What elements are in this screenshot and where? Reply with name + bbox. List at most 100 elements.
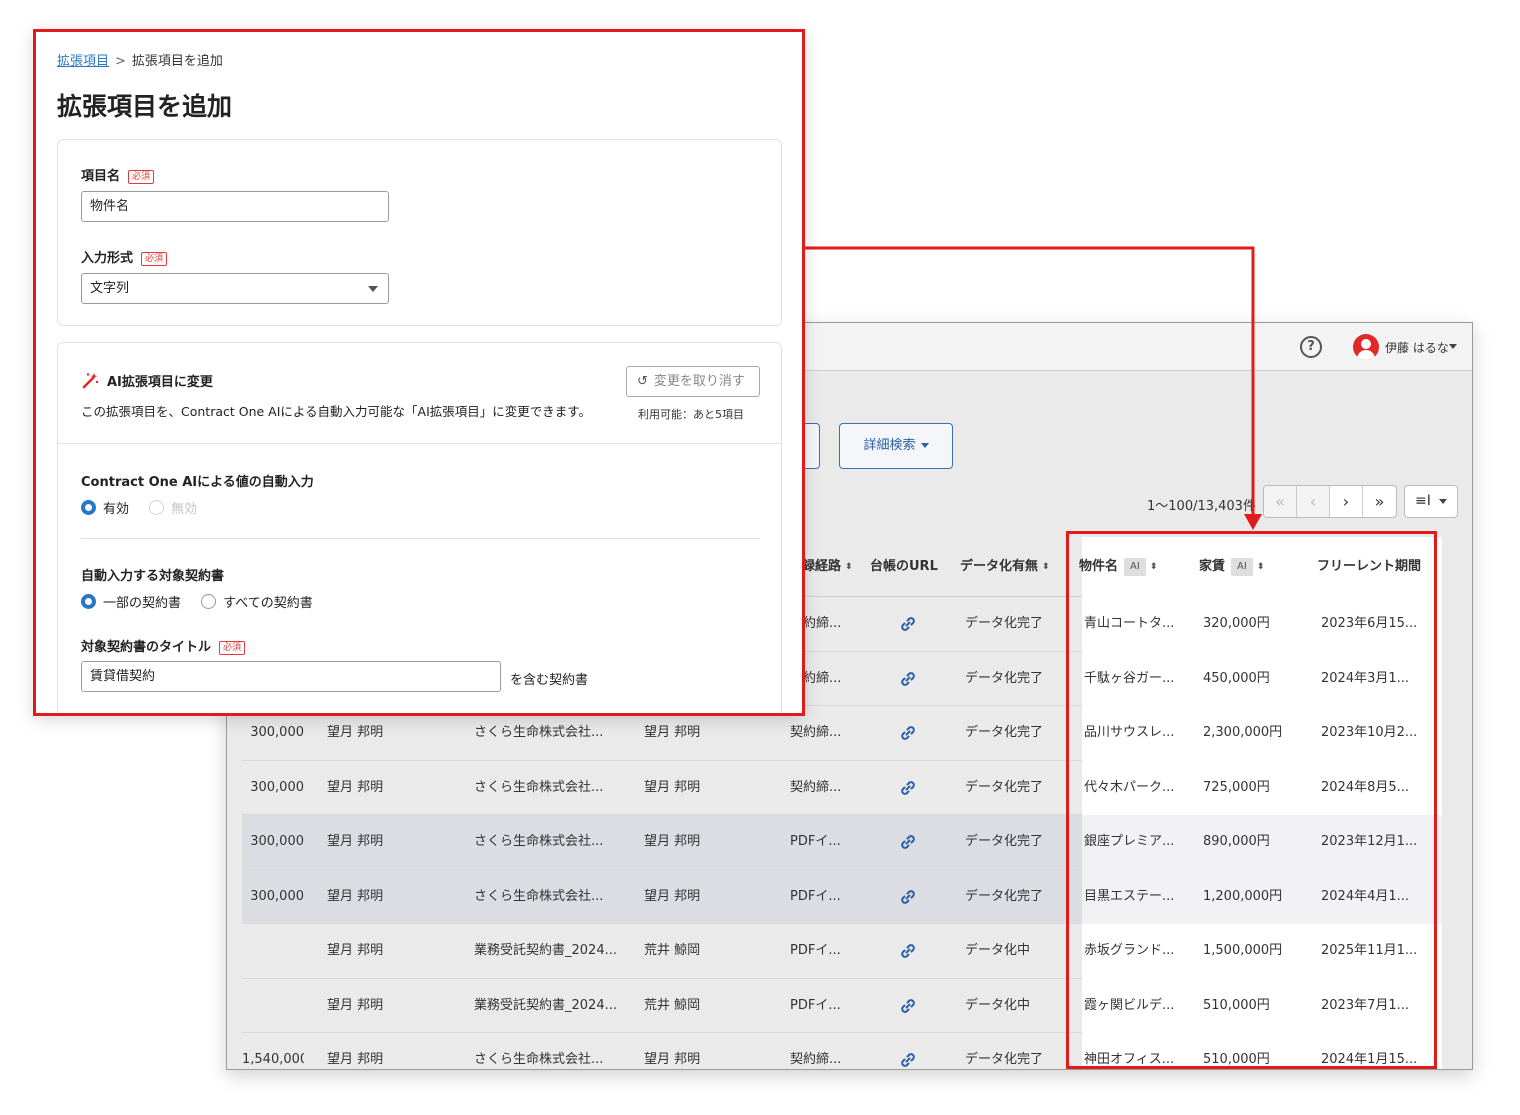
sort-icon[interactable]: ⬍ (1042, 562, 1050, 571)
column-settings-button[interactable]: ≡I (1404, 485, 1458, 518)
cell-rent: 320,000円 (1203, 616, 1270, 631)
user-avatar-icon[interactable] (1353, 334, 1379, 360)
cell-amount: 1,540,000 (242, 1052, 304, 1067)
cell-route: PDFイ... (790, 888, 841, 904)
divider (81, 538, 760, 539)
target-title-input[interactable]: 賃貸借契約 (81, 661, 501, 692)
ai-badge: AI (1231, 557, 1253, 576)
sort-icon[interactable]: ⬍ (845, 562, 853, 571)
table-row[interactable]: 1,540,000 望月 邦明 さくら生命株式会社... 望月 邦明 契約締... データ… (242, 1033, 1442, 1069)
cell-person: 望月 邦明 (327, 779, 384, 795)
cell-amount: 300,000 (250, 888, 304, 904)
radio-some-contracts-label[interactable]: 一部の契約書 (103, 596, 181, 611)
cell-route: 契約締... (790, 1052, 842, 1067)
cell-free-rent: 2024年1月15... (1321, 1052, 1418, 1067)
item-name-input[interactable]: 物件名 (81, 191, 389, 222)
divider (58, 443, 781, 444)
cell-person2: 望月 邦明 (644, 779, 701, 795)
pagination: « ‹ › » (1263, 485, 1397, 518)
auto-input-label: Contract One AIによる値の自動入力 (81, 475, 314, 490)
radio-enabled[interactable] (81, 500, 96, 515)
cell-company: 業務受託契約書_2024... (474, 943, 617, 958)
cell-person2: 荒井 鯨岡 (644, 943, 701, 958)
cell-data-status: データ化完了 (965, 670, 1044, 686)
ledger-link-icon[interactable] (899, 870, 923, 924)
available-count-text: 利用可能：あと5項目 (638, 408, 744, 421)
cell-rent: 725,000円 (1203, 779, 1270, 795)
cell-property-name: 千駄ヶ谷ガー... (1084, 670, 1175, 686)
first-page-button[interactable]: « (1264, 486, 1297, 517)
cell-free-rent: 2024年4月1... (1321, 888, 1410, 904)
ledger-link-icon[interactable] (899, 979, 923, 1033)
ledger-link-icon[interactable] (899, 1033, 923, 1069)
table-row[interactable]: 望月 邦明 業務受託契約書_2024... 荒井 鯨岡 PDFイ... データ化中 赤坂グ… (242, 924, 1442, 979)
sort-icon[interactable]: ⬍ (1150, 562, 1158, 571)
cell-route: PDFイ... (790, 943, 841, 958)
advanced-search-button[interactable]: 詳細検索 (839, 423, 953, 469)
breadcrumb-current: 拡張項目を追加 (131, 54, 223, 69)
cell-rent: 1,200,000円 (1203, 888, 1283, 904)
cell-company: さくら生命株式会社... (474, 888, 604, 904)
radio-all-contracts[interactable] (201, 594, 217, 609)
cell-data-status: データ化完了 (965, 888, 1044, 904)
cell-free-rent: 2024年3月1... (1321, 670, 1410, 686)
result-count: 1〜100/13,403件 (1147, 499, 1256, 514)
cell-amount (242, 979, 304, 1033)
required-badge: 必須 (141, 251, 168, 266)
radio-disabled[interactable] (149, 500, 165, 515)
ledger-link-icon[interactable] (899, 924, 923, 978)
last-page-button[interactable]: » (1363, 486, 1396, 517)
target-title-label: 対象契約書のタイトル 必須 (81, 636, 246, 655)
cell-property-name: 銀座プレミア... (1084, 834, 1175, 849)
undo-change-button[interactable]: ↺ 変更を取り消す (626, 366, 760, 397)
table-row[interactable]: 300,000 望月 邦明 さくら生命株式会社... 望月 邦明 PDFイ... データ化… (242, 869, 1442, 924)
radio-all-contracts-label[interactable]: すべての契約書 (223, 596, 313, 611)
radio-enabled-label[interactable]: 有効 (103, 502, 129, 517)
cell-free-rent: 2023年12月1... (1321, 834, 1418, 849)
cell-route: 契約締... (790, 779, 842, 795)
ledger-link-icon[interactable] (899, 597, 923, 651)
col-route[interactable]: 録経路 ⬍ (802, 537, 853, 597)
next-page-button[interactable]: › (1330, 486, 1363, 517)
cell-free-rent: 2024年8月5... (1321, 779, 1410, 795)
question-circle-icon[interactable]: ? (1300, 336, 1322, 358)
sort-icon[interactable]: ⬍ (1257, 562, 1265, 571)
ledger-link-icon[interactable] (899, 706, 923, 760)
cell-rent: 510,000円 (1203, 1052, 1270, 1067)
col-free-rent: フリーレント期間 (1317, 559, 1422, 574)
table-row[interactable]: 300,000 望月 邦明 さくら生命株式会社... 望月 邦明 PDFイ... データ化… (242, 815, 1442, 870)
radio-disabled-label[interactable]: 無効 (171, 502, 197, 517)
prev-page-button[interactable]: ‹ (1297, 486, 1330, 517)
add-extension-item-panel: 拡張項目 > 拡張項目を追加 拡張項目を追加 項目名 必須 物件名 入力形式 必須 文字… (33, 29, 805, 716)
user-menu-caret-icon[interactable] (1449, 344, 1457, 349)
cell-person: 望月 邦明 (327, 943, 384, 958)
cell-property-name: 品川サウスレ... (1084, 725, 1175, 740)
cell-company: さくら生命株式会社... (474, 834, 604, 849)
cell-rent: 510,000円 (1203, 997, 1270, 1013)
cell-data-status: データ化中 (965, 943, 1031, 958)
table-row[interactable]: 300,000 望月 邦明 さくら生命株式会社... 望月 邦明 契約締... データ化完… (242, 760, 1442, 815)
col-rent[interactable]: 家賃 AI ⬍ (1199, 537, 1264, 597)
list-icon: ≡I (1415, 493, 1431, 509)
breadcrumb-link-extension-items[interactable]: 拡張項目 (57, 54, 109, 69)
col-data-status[interactable]: データ化有無 ⬍ (960, 537, 1050, 597)
ledger-link-icon[interactable] (899, 815, 923, 869)
radio-some-contracts[interactable] (81, 594, 96, 609)
undo-icon: ↺ (637, 374, 648, 389)
target-contracts-radio-group: 一部の契約書 すべての契約書 (81, 592, 329, 611)
table-row[interactable]: 望月 邦明 業務受託契約書_2024... 荒井 鯨岡 PDFイ... データ化中 霞ヶ関… (242, 978, 1442, 1033)
chevron-down-icon (368, 286, 378, 292)
cell-data-status: データ化完了 (965, 1052, 1044, 1067)
cell-person: 望月 邦明 (327, 888, 384, 904)
input-type-select[interactable]: 文字列 (81, 273, 389, 304)
cell-person: 望月 邦明 (327, 1052, 384, 1067)
cell-property-name: 代々木パーク... (1084, 779, 1175, 795)
ledger-link-icon[interactable] (899, 761, 923, 815)
user-name[interactable]: 伊藤 はるな (1385, 339, 1449, 356)
required-badge: 必須 (219, 640, 246, 655)
target-contracts-label: 自動入力する対象契約書 (81, 569, 225, 584)
col-property-name[interactable]: 物件名 AI ⬍ (1079, 537, 1157, 597)
ledger-link-icon[interactable] (899, 652, 923, 706)
composite-stage: ? 伊藤 はるな 詳細検索 1〜100/13,403件 « ‹ › » ≡I 録… (0, 0, 1520, 1115)
cell-route: PDFイ... (790, 997, 841, 1013)
